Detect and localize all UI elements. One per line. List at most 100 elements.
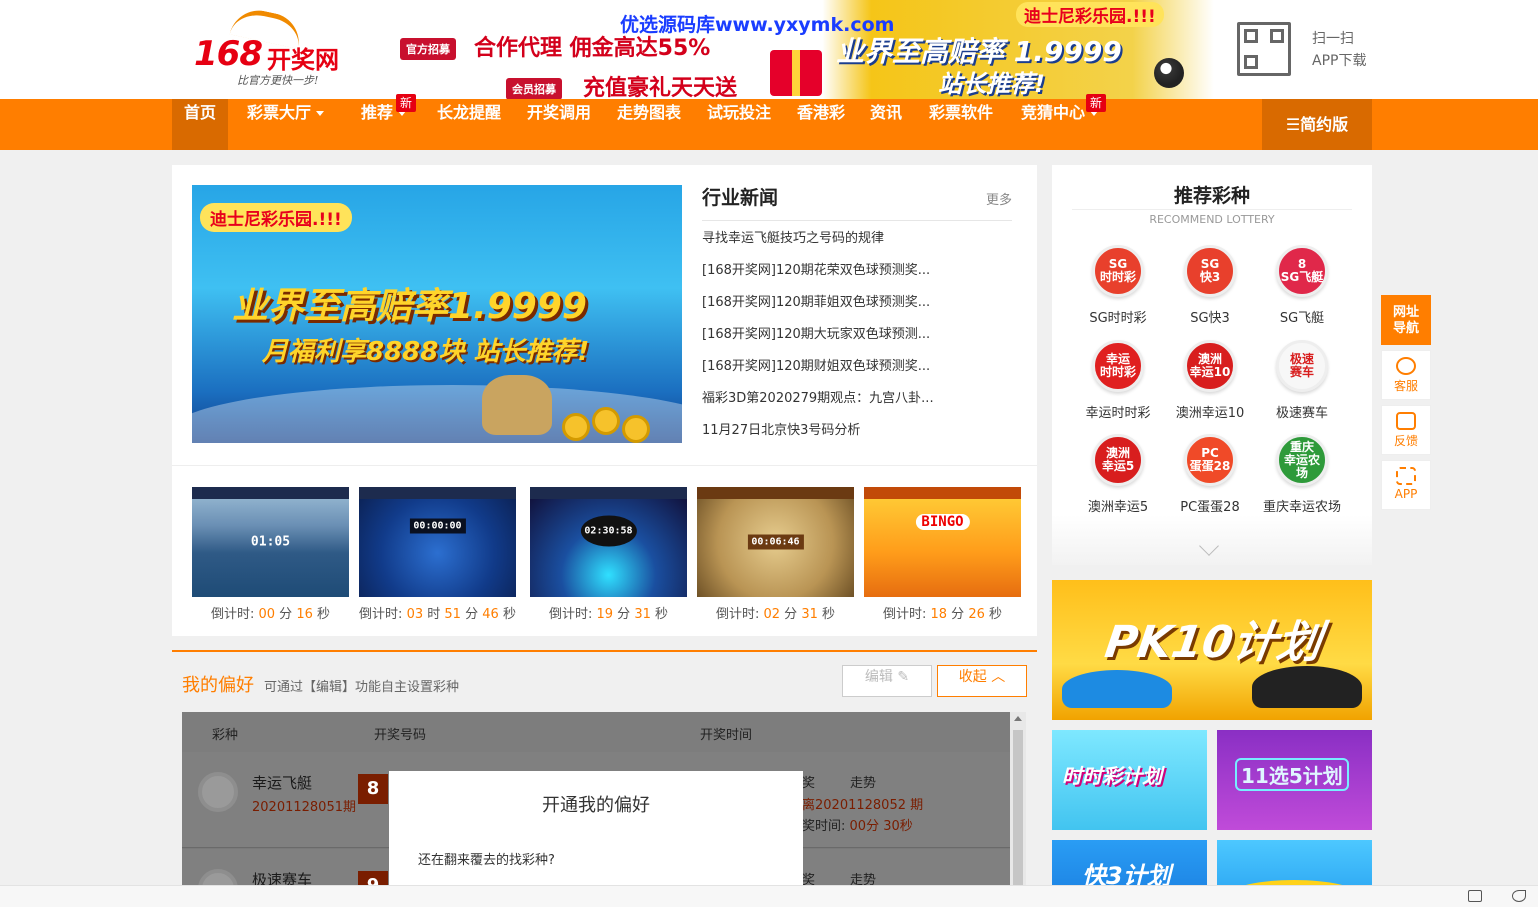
nav-trial-bet-label: 试玩投注 bbox=[707, 103, 772, 122]
image-icon[interactable] bbox=[1468, 890, 1482, 902]
lottery-logo-icon: 澳洲 幸运5 bbox=[1092, 434, 1144, 486]
float-label: APP bbox=[1394, 487, 1418, 501]
coin-icon bbox=[622, 415, 650, 443]
game-thumbnail: 02:30:58 bbox=[530, 487, 687, 597]
nav-software[interactable]: 彩票软件 bbox=[929, 99, 993, 150]
countdown: 倒计时: 02 分 31 秒 bbox=[715, 607, 836, 622]
news-item[interactable]: [168开奖网]120期菲姐双色球预测奖... bbox=[702, 291, 1012, 323]
feedback-float[interactable]: 反馈 bbox=[1381, 405, 1431, 455]
chevron-down-icon bbox=[316, 111, 325, 116]
x115-plan-ad[interactable]: 11选5计划 bbox=[1217, 730, 1372, 830]
banner-slide[interactable]: 迪士尼彩乐园.!!! 业界至高赔率1.9999 月福利享8888块 站长推荐! bbox=[192, 185, 682, 443]
site-nav-float[interactable]: 网址 导航 bbox=[1381, 295, 1431, 345]
modal-text: 还在翻来覆去的找彩种? bbox=[418, 853, 555, 868]
game-screen-timer: 00:00:00 bbox=[409, 518, 466, 533]
lottery-item[interactable]: 极速 赛车 极速赛车 bbox=[1256, 340, 1348, 421]
game-screen-timer: 00:06:46 bbox=[747, 534, 804, 550]
float-label: 客服 bbox=[1393, 379, 1418, 393]
money-bag-icon bbox=[482, 375, 552, 435]
scroll-up-icon bbox=[1014, 716, 1022, 721]
lottery-label: PC蛋蛋28 bbox=[1180, 500, 1240, 515]
recommend-lottery: 推荐彩种 RECOMMEND LOTTERY SG 时时彩 SG时时彩 SG 快3 S… bbox=[1052, 165, 1372, 565]
collapse-button[interactable]: 收起 ︿ bbox=[937, 665, 1027, 697]
lottery-label: 极速赛车 bbox=[1275, 406, 1328, 421]
pencil-icon: ✎ bbox=[897, 669, 910, 685]
new-badge: 新 bbox=[396, 94, 417, 112]
countdown: 倒计时: 19 分 31 秒 bbox=[548, 607, 669, 622]
nav-home[interactable]: 首页 bbox=[172, 99, 229, 150]
game-card[interactable]: 00:00:00 倒计时: 03 时 51 分 46 秒 bbox=[359, 487, 516, 622]
rocket-icon[interactable] bbox=[1512, 890, 1526, 902]
customer-service-float[interactable]: 客服 bbox=[1381, 350, 1431, 400]
lottery-item[interactable]: 重庆 幸运农场 重庆幸运农场 bbox=[1256, 434, 1348, 515]
nav-news[interactable]: 资讯 bbox=[870, 99, 902, 150]
ssc-plan-ad[interactable]: 时时彩计划 bbox=[1052, 730, 1207, 830]
banner-tag-agent: 官方招募 bbox=[400, 38, 456, 60]
news-more-link[interactable]: 更多 bbox=[986, 189, 1012, 208]
slide-line1: 业界至高赔率1.9999 bbox=[232, 286, 587, 327]
lottery-label: SG时时彩 bbox=[1089, 311, 1147, 326]
nav-recommend-label: 推荐 bbox=[361, 103, 394, 122]
lottery-item[interactable]: 8 SG飞艇 SG飞艇 bbox=[1256, 245, 1348, 326]
banner-line-member: 充值豪礼天天送 bbox=[583, 76, 738, 101]
nav-trend-chart[interactable]: 走势图表 bbox=[617, 99, 681, 150]
trend-link[interactable]: 走势 bbox=[850, 772, 876, 791]
news-item[interactable]: [168开奖网]120期财姐双色球预测奖... bbox=[702, 355, 1012, 387]
lottery-item[interactable]: 幸运 时时彩 幸运时时彩 bbox=[1072, 340, 1164, 421]
lottery-icon bbox=[198, 772, 238, 812]
app-download[interactable]: 扫一扫 APP下载 bbox=[1312, 28, 1366, 72]
news-item[interactable]: 11月27日北京快3号码分析 bbox=[702, 419, 1012, 451]
news-item[interactable]: 寻找幸运飞艇技巧之号码的规律 bbox=[702, 227, 1012, 259]
news-title: 行业新闻 bbox=[702, 185, 1012, 221]
nav-guess-center-label: 竞猜中心 bbox=[1021, 103, 1086, 122]
game-card[interactable]: 01:05 倒计时: 00 分 16 秒 bbox=[192, 487, 349, 622]
lottery-item[interactable]: SG 快3 SG快3 bbox=[1164, 245, 1256, 326]
game-screen-timer: 02:30:58 bbox=[580, 515, 637, 547]
lottery-label: 幸运时时彩 bbox=[1085, 406, 1151, 421]
edit-button[interactable]: 编辑 ✎ bbox=[842, 665, 932, 697]
chevron-up-icon: ︿ bbox=[991, 669, 1006, 685]
news-item[interactable]: 福彩3D第2020279期观点：九宫八卦... bbox=[702, 387, 1012, 419]
nav-recommend[interactable]: 推荐新 bbox=[361, 94, 417, 150]
game-card[interactable]: 00:06:46 倒计时: 02 分 31 秒 bbox=[697, 487, 854, 622]
site-logo[interactable]: 168 开奖网 比官方更快一步! bbox=[192, 5, 352, 90]
nav-trial-bet[interactable]: 试玩投注 bbox=[707, 99, 771, 150]
lottery-item[interactable]: 澳洲 幸运10 澳洲幸运10 bbox=[1164, 340, 1256, 421]
game-thumbnail: 00:00:00 bbox=[359, 487, 516, 597]
game-card[interactable]: 02:30:58 倒计时: 19 分 31 秒 bbox=[530, 487, 687, 622]
recommend-title: 推荐彩种 bbox=[1173, 185, 1250, 207]
countdown: 倒计时: 18 分 26 秒 bbox=[882, 607, 1003, 622]
app-float[interactable]: APP bbox=[1381, 460, 1431, 510]
lottery-logo-icon: 重庆 幸运农场 bbox=[1276, 434, 1328, 486]
lottery-label: SG飞艇 bbox=[1279, 311, 1325, 326]
game-thumbnail: 00:06:46 bbox=[697, 487, 854, 597]
nav-guess-center[interactable]: 竞猜中心新 bbox=[1021, 94, 1107, 150]
nav-long-dragon-label: 长龙提醒 bbox=[437, 103, 502, 122]
lottery-item[interactable]: SG 时时彩 SG时时彩 bbox=[1072, 245, 1164, 326]
draw-ball: 8 bbox=[358, 774, 388, 804]
nav-draw-call[interactable]: 开奖调用 bbox=[527, 99, 591, 150]
table-scrollbar[interactable] bbox=[1010, 712, 1026, 907]
divider bbox=[172, 465, 1037, 466]
nav-long-dragon[interactable]: 长龙提醒 bbox=[437, 99, 501, 150]
scroll-thumb[interactable] bbox=[1013, 730, 1023, 907]
nav-lottery-hall[interactable]: 彩票大厅 bbox=[247, 99, 325, 150]
nav-hk-lottery[interactable]: 香港彩 bbox=[797, 99, 845, 150]
simple-version-button[interactable]: ☰简约版 bbox=[1262, 99, 1372, 150]
table-header: 彩种 开奖号码 开奖时间 bbox=[182, 712, 1010, 752]
lottery-item[interactable]: 澳洲 幸运5 澳洲幸运5 bbox=[1072, 434, 1164, 515]
nav-trend-chart-label: 走势图表 bbox=[617, 103, 682, 122]
news-item[interactable]: [168开奖网]120期大玩家双色球预测... bbox=[702, 323, 1012, 355]
nav-home-label: 首页 bbox=[184, 103, 217, 122]
qrcode-icon[interactable] bbox=[1237, 22, 1291, 76]
new-badge: 新 bbox=[1086, 94, 1107, 112]
news-item[interactable]: [168开奖网]120期花荣双色球预测奖... bbox=[702, 259, 1012, 291]
row-link[interactable]: 奖 bbox=[802, 772, 815, 791]
countdown: 倒计时: 03 时 51 分 46 秒 bbox=[359, 607, 516, 622]
game-card[interactable]: BINGO 倒计时: 18 分 26 秒 bbox=[864, 487, 1021, 622]
float-label: 反馈 bbox=[1393, 434, 1418, 448]
scan-icon bbox=[1396, 467, 1416, 485]
pk10-plan-ad[interactable]: PK10计划 bbox=[1052, 580, 1372, 720]
lottery-item[interactable]: PC 蛋蛋28 PC蛋蛋28 bbox=[1164, 434, 1256, 515]
ad-title: PK10计划 bbox=[1101, 617, 1325, 668]
